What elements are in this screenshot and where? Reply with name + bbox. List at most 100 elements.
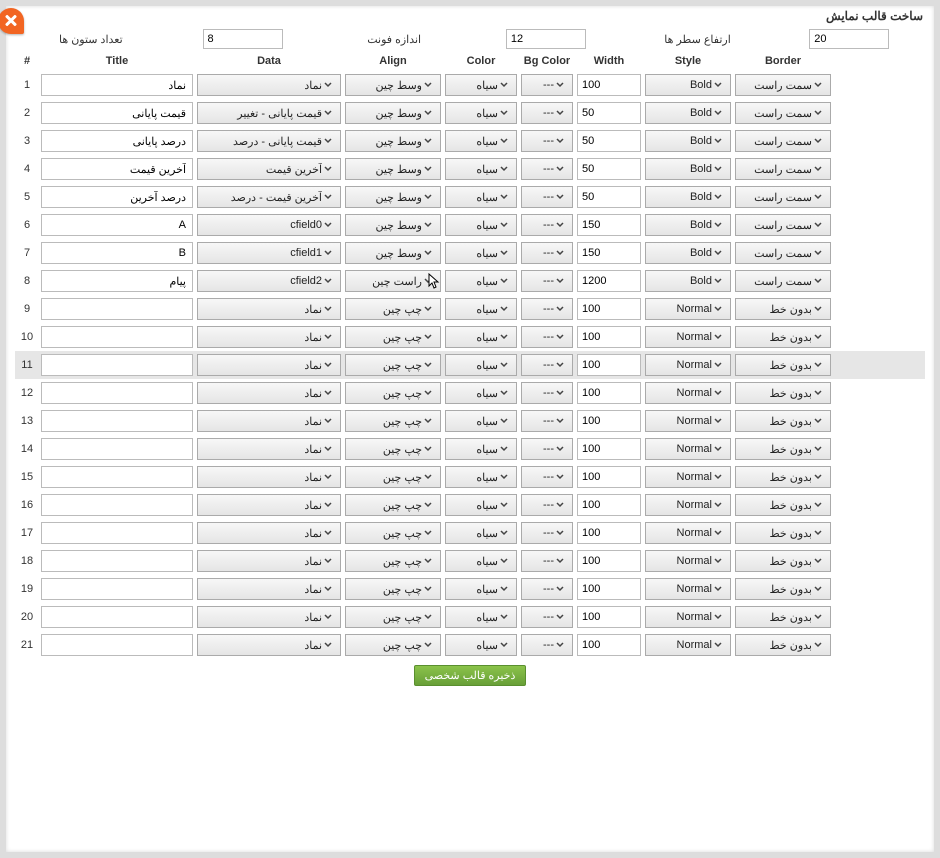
color-select[interactable]: سیاه — [445, 74, 517, 96]
border-select[interactable]: سمت راست — [735, 186, 831, 208]
align-select[interactable]: وسط چین — [345, 102, 441, 124]
style-select[interactable]: Bold — [645, 186, 731, 208]
title-input[interactable] — [41, 466, 193, 488]
bgcolor-select[interactable]: --- — [521, 634, 573, 656]
data-select[interactable]: آخرین قیمت - درصد — [197, 186, 341, 208]
border-select[interactable]: بدون خط — [735, 522, 831, 544]
color-select[interactable]: سیاه — [445, 382, 517, 404]
style-select[interactable]: Normal — [645, 326, 731, 348]
width-input[interactable] — [577, 382, 641, 404]
style-select[interactable]: Bold — [645, 74, 731, 96]
bgcolor-select[interactable]: --- — [521, 466, 573, 488]
title-input[interactable] — [41, 326, 193, 348]
save-template-button[interactable]: ذخیره قالب شخصی — [414, 665, 527, 686]
style-select[interactable]: Bold — [645, 102, 731, 124]
width-input[interactable] — [577, 466, 641, 488]
data-select[interactable]: نماد — [197, 298, 341, 320]
style-select[interactable]: Normal — [645, 522, 731, 544]
width-input[interactable] — [577, 578, 641, 600]
data-select[interactable]: نماد — [197, 522, 341, 544]
close-button[interactable] — [0, 8, 24, 34]
align-select[interactable]: چپ چین — [345, 354, 441, 376]
title-input[interactable] — [41, 606, 193, 628]
border-select[interactable]: سمت راست — [735, 270, 831, 292]
align-select[interactable]: وسط چین — [345, 74, 441, 96]
color-select[interactable]: سیاه — [445, 242, 517, 264]
title-input[interactable] — [41, 634, 193, 656]
color-select[interactable]: سیاه — [445, 466, 517, 488]
title-input[interactable] — [41, 382, 193, 404]
color-select[interactable]: سیاه — [445, 354, 517, 376]
width-input[interactable] — [577, 102, 641, 124]
cols-input[interactable] — [203, 29, 283, 49]
width-input[interactable] — [577, 270, 641, 292]
border-select[interactable]: بدون خط — [735, 298, 831, 320]
border-select[interactable]: بدون خط — [735, 382, 831, 404]
data-select[interactable]: نماد — [197, 410, 341, 432]
align-select[interactable]: چپ چین — [345, 438, 441, 460]
width-input[interactable] — [577, 354, 641, 376]
align-select[interactable]: چپ چین — [345, 466, 441, 488]
title-input[interactable] — [41, 242, 193, 264]
border-select[interactable]: بدون خط — [735, 494, 831, 516]
title-input[interactable] — [41, 298, 193, 320]
bgcolor-select[interactable]: --- — [521, 438, 573, 460]
style-select[interactable]: Normal — [645, 298, 731, 320]
color-select[interactable]: سیاه — [445, 186, 517, 208]
title-input[interactable] — [41, 550, 193, 572]
title-input[interactable] — [41, 410, 193, 432]
border-select[interactable]: بدون خط — [735, 578, 831, 600]
style-select[interactable]: Normal — [645, 634, 731, 656]
style-select[interactable]: Normal — [645, 410, 731, 432]
style-select[interactable]: Normal — [645, 606, 731, 628]
style-select[interactable]: Normal — [645, 438, 731, 460]
data-select[interactable]: نماد — [197, 550, 341, 572]
bgcolor-select[interactable]: --- — [521, 130, 573, 152]
color-select[interactable]: سیاه — [445, 326, 517, 348]
data-select[interactable]: قیمت پایانی - درصد — [197, 130, 341, 152]
width-input[interactable] — [577, 494, 641, 516]
style-select[interactable]: Bold — [645, 214, 731, 236]
title-input[interactable] — [41, 74, 193, 96]
align-select[interactable]: چپ چین — [345, 634, 441, 656]
align-select[interactable]: چپ چین — [345, 522, 441, 544]
bgcolor-select[interactable]: --- — [521, 214, 573, 236]
width-input[interactable] — [577, 634, 641, 656]
align-select[interactable]: چپ چین — [345, 550, 441, 572]
width-input[interactable] — [577, 410, 641, 432]
bgcolor-select[interactable]: --- — [521, 186, 573, 208]
bgcolor-select[interactable]: --- — [521, 410, 573, 432]
align-select[interactable]: چپ چین — [345, 606, 441, 628]
style-select[interactable]: Normal — [645, 578, 731, 600]
rowh-input[interactable] — [809, 29, 889, 49]
style-select[interactable]: Normal — [645, 354, 731, 376]
style-select[interactable]: Normal — [645, 382, 731, 404]
color-select[interactable]: سیاه — [445, 298, 517, 320]
border-select[interactable]: سمت راست — [735, 130, 831, 152]
data-select[interactable]: نماد — [197, 74, 341, 96]
width-input[interactable] — [577, 438, 641, 460]
border-select[interactable]: بدون خط — [735, 634, 831, 656]
width-input[interactable] — [577, 74, 641, 96]
color-select[interactable]: سیاه — [445, 578, 517, 600]
bgcolor-select[interactable]: --- — [521, 382, 573, 404]
bgcolor-select[interactable]: --- — [521, 550, 573, 572]
data-select[interactable]: نماد — [197, 634, 341, 656]
title-input[interactable] — [41, 270, 193, 292]
data-select[interactable]: نماد — [197, 606, 341, 628]
data-select[interactable]: cfield0 — [197, 214, 341, 236]
width-input[interactable] — [577, 158, 641, 180]
color-select[interactable]: سیاه — [445, 438, 517, 460]
width-input[interactable] — [577, 522, 641, 544]
title-input[interactable] — [41, 494, 193, 516]
color-select[interactable]: سیاه — [445, 634, 517, 656]
align-select[interactable]: چپ چین — [345, 578, 441, 600]
data-select[interactable]: cfield1 — [197, 242, 341, 264]
bgcolor-select[interactable]: --- — [521, 270, 573, 292]
align-select[interactable]: وسط چین — [345, 158, 441, 180]
data-select[interactable]: نماد — [197, 466, 341, 488]
align-select[interactable]: چپ چین — [345, 326, 441, 348]
width-input[interactable] — [577, 550, 641, 572]
bgcolor-select[interactable]: --- — [521, 494, 573, 516]
color-select[interactable]: سیاه — [445, 102, 517, 124]
